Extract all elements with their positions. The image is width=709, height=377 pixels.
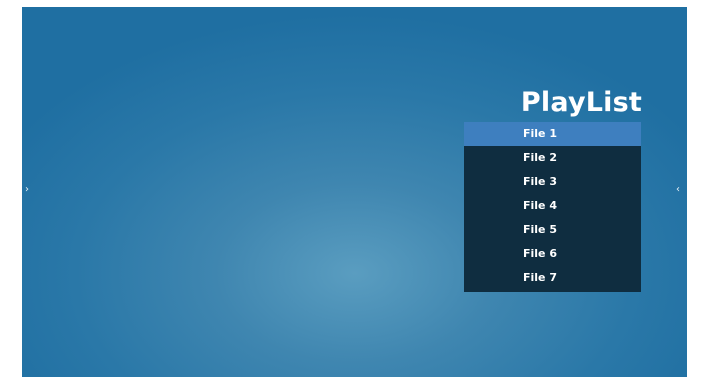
playlist-item-file-4[interactable]: File 4	[464, 194, 641, 218]
chevron-left-icon[interactable]: ‹	[673, 183, 683, 197]
playlist-item-file-6[interactable]: File 6	[464, 242, 641, 266]
chevron-right-icon[interactable]: ›	[22, 183, 32, 197]
display-screen: › ‹ PlayList File 1 File 2 File 3 File 4…	[22, 7, 687, 377]
playlist-item-file-5[interactable]: File 5	[464, 218, 641, 242]
playlist-item-file-3[interactable]: File 3	[464, 170, 641, 194]
playlist-item-file-1[interactable]: File 1	[464, 122, 641, 146]
playlist-panel: File 1 File 2 File 3 File 4 File 5 File …	[464, 122, 641, 292]
playlist-title: PlayList	[520, 87, 642, 118]
playlist-item-file-7[interactable]: File 7	[464, 266, 641, 290]
playlist-item-file-2[interactable]: File 2	[464, 146, 641, 170]
